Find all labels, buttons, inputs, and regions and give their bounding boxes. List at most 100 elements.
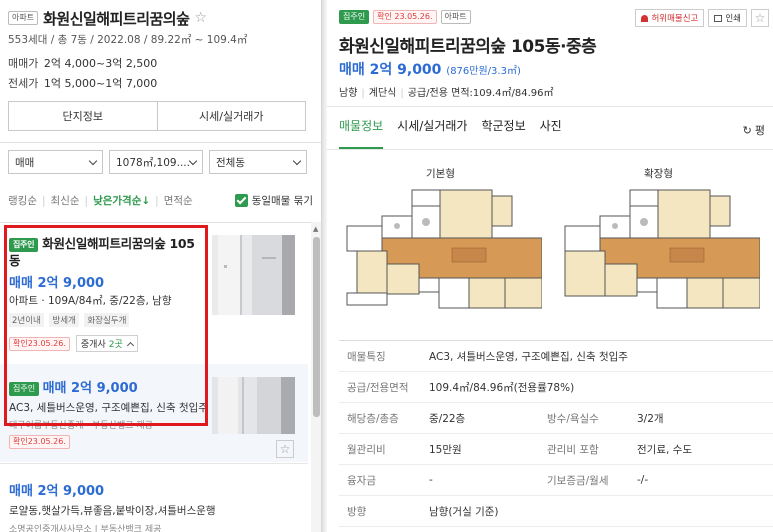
chevron-down-icon — [292, 156, 302, 165]
same-listing-toggle[interactable]: 동일매물 묶기 — [234, 193, 313, 208]
listing-photo[interactable] — [212, 235, 295, 315]
jeonse-price-range: 1억 5,000~1억 7,000 — [43, 77, 158, 90]
sort-latest[interactable]: 최신순 — [51, 193, 80, 208]
unit-toggle[interactable]: ↻ 평 — [743, 122, 765, 138]
scrollbar-thumb[interactable] — [313, 237, 320, 417]
report-label: 허위매물신고 — [651, 14, 699, 24]
owner-badge: 집주인 — [9, 237, 39, 252]
detail-tags: 집주인 확인 23.05.26. 아파트 — [339, 10, 471, 24]
listing-title: 화원신일해피트리꿈의숲 105 — [42, 236, 195, 251]
tab-listing-info[interactable]: 매물정보 — [339, 117, 384, 149]
sort-ranking[interactable]: 랭킹순 — [8, 193, 37, 208]
row-value: 3/2개 — [637, 412, 664, 425]
area-value: 1078㎡,109.... — [116, 156, 190, 169]
agents-toggle[interactable]: 중개사 2곳 — [75, 335, 138, 352]
detail-actions: 허위매물신고 인쇄 ☆ — [635, 9, 769, 27]
table-row: 월관리비 15만원 관리비 포함 전기료, 수도 — [339, 434, 773, 465]
row-key: 월관리비 — [347, 443, 386, 456]
row-key: 관리비 포함 — [547, 443, 599, 456]
feature-chip: 방세개 — [49, 313, 79, 327]
listing-price: 매매 2억 9,000 — [9, 276, 105, 291]
chevron-up-icon — [126, 341, 134, 349]
tab-school-info[interactable]: 학군정보 — [481, 117, 525, 149]
floorplan-basic-label: 기본형 — [426, 168, 455, 180]
confirm-date: 확인 23.05.26. — [373, 10, 437, 24]
row-key: 공급/전용면적 — [347, 381, 409, 394]
scroll-up-icon[interactable]: ▲ — [313, 225, 318, 233]
tab-price-history[interactable]: 시세/실거래가 — [397, 117, 467, 149]
divider — [327, 149, 773, 150]
favorite-star-icon[interactable]: ☆ — [751, 9, 769, 27]
agents-label: 중개사 — [80, 340, 106, 350]
detail-title: 화원신일해피트리꿈의숲 105동·중층 — [339, 37, 597, 57]
agents-count: 2곳 — [108, 340, 123, 350]
complex-meta: 553세대 / 총 7동 / 2022.08 / 89.22㎡ ~ 109.4㎡ — [8, 34, 248, 46]
area-select[interactable]: 1078㎡,109.... — [109, 150, 203, 174]
list-item[interactable]: 집주인 매매 2억 9,000 AC3, 세틀버스운영, 구조예쁜집, 신축 첫… — [0, 364, 308, 462]
detail-tabs: 매물정보 시세/실거래가 학군정보 사진 — [339, 117, 562, 149]
trade-type-value: 매매 — [15, 156, 35, 169]
detail-price-value: 매매 2억 9,000 — [339, 62, 442, 78]
checkbox-checked-icon — [234, 194, 248, 207]
complex-type-tag: 아파트 — [8, 11, 39, 25]
row-key: 매물특징 — [347, 350, 386, 363]
table-row: 매물특징 AC3, 셔틀버스운영, 구조예쁜집, 신축 첫입주 — [339, 341, 773, 372]
print-label: 인쇄 — [725, 14, 741, 24]
complex-header: 아파트 화원신일해피트리꿈의숲 ☆ 553세대 / 총 7동 / 2022.08… — [8, 8, 313, 91]
owner-badge: 집주인 — [9, 382, 40, 396]
divider — [327, 106, 773, 107]
row-key: 해당층/총층 — [347, 412, 399, 425]
divider — [0, 142, 321, 143]
sale-price-range: 2억 4,000~3억 2,500 — [43, 57, 158, 70]
complex-buttons: 단지정보 시세/실거래가 — [8, 101, 306, 131]
floorplan-extended-image[interactable] — [560, 186, 760, 316]
confirm-date: 확인23.05.26. — [9, 336, 70, 351]
trade-type-select[interactable]: 매매 — [8, 150, 103, 174]
complex-name: 화원신일해피트리꿈의숲 — [43, 9, 190, 28]
chevron-down-icon — [188, 156, 198, 165]
sort-low-price[interactable]: 낮은가격순↓ — [93, 193, 150, 208]
table-row: 공급/전용면적 109.4㎡/84.96㎡(전용률78%) — [339, 372, 773, 403]
owner-badge: 집주인 — [339, 10, 370, 24]
row-key: 방수/욕실수 — [547, 412, 599, 425]
listing-price: 매매 2억 9,000 — [42, 381, 138, 396]
row-value: 109.4㎡/84.96㎡(전용률78%) — [429, 381, 575, 394]
print-button[interactable]: 인쇄 — [708, 9, 747, 27]
feature-chip: 2년이내 — [9, 313, 44, 327]
row-key: 융자금 — [347, 474, 376, 487]
row-key: 기보증금/월세 — [547, 474, 609, 487]
unit-toggle-label: 평 — [754, 124, 765, 137]
siren-icon — [641, 14, 649, 22]
row-value: 남향(거실 기준) — [429, 505, 499, 518]
detail-panel: 집주인 확인 23.05.26. 아파트 허위매물신고 인쇄 ☆ 화원신일해피트… — [327, 0, 773, 532]
jeonse-price-label: 전세가 — [8, 77, 39, 90]
tab-photos[interactable]: 사진 — [540, 117, 562, 149]
row-key: 방향 — [347, 505, 367, 518]
floorplan-basic-image[interactable] — [342, 186, 542, 316]
dong-select[interactable]: 전체동 — [209, 150, 307, 174]
report-button[interactable]: 허위매물신고 — [635, 9, 705, 27]
detail-specs: 남향 | 계단식 | 공급/전용 면적:109.4㎡/84.96㎡ — [339, 88, 554, 99]
feature-chip: 화장실두개 — [84, 313, 130, 327]
listing-price: 매매 2억 9,000 — [9, 484, 105, 499]
floorplan-extended-label: 확장형 — [644, 168, 673, 180]
listing-title-cont: 동 — [9, 253, 21, 268]
spec-stair: 계단식 — [368, 88, 397, 99]
price-per-pyeong: (876만원/3.3㎡) — [446, 66, 521, 77]
detail-price: 매매 2억 9,000 (876만원/3.3㎡) — [339, 59, 521, 79]
table-row: 해당층/총층 중/22층 방수/욕실수 3/2개 — [339, 403, 773, 434]
dong-value: 전체동 — [216, 156, 245, 169]
row-value: AC3, 셔틀버스운영, 구조예쁜집, 신축 첫입주 — [429, 350, 628, 363]
info-table: 매물특징 AC3, 셔틀버스운영, 구조예쁜집, 신축 첫입주 공급/전용면적 … — [339, 340, 773, 527]
list-item[interactable]: 매매 2억 9,000 로얄동,햇살가득,뷰좋음,붙박이장,셔틀버스운행 소명공… — [0, 463, 308, 532]
list-item[interactable]: 집주인 화원신일해피트리꿈의숲 105 동 매매 2억 9,000 아파트 · … — [0, 223, 308, 363]
star-icon[interactable]: ☆ — [194, 10, 207, 26]
price-history-button[interactable]: 시세/실거래가 — [156, 102, 306, 130]
row-value: 전기료, 수도 — [637, 443, 692, 456]
table-row: 방향 남향(거실 기준) — [339, 496, 773, 527]
listing-desc: AC3, 세틀버스운영, 구조예쁜집, 신축 첫입주 — [9, 402, 208, 414]
favorite-star-icon[interactable]: ☆ — [276, 440, 294, 458]
listing-list: 집주인 화원신일해피트리꿈의숲 105 동 매매 2억 9,000 아파트 · … — [0, 222, 321, 532]
sort-area[interactable]: 면적순 — [164, 193, 193, 208]
complex-info-button[interactable]: 단지정보 — [9, 102, 157, 130]
